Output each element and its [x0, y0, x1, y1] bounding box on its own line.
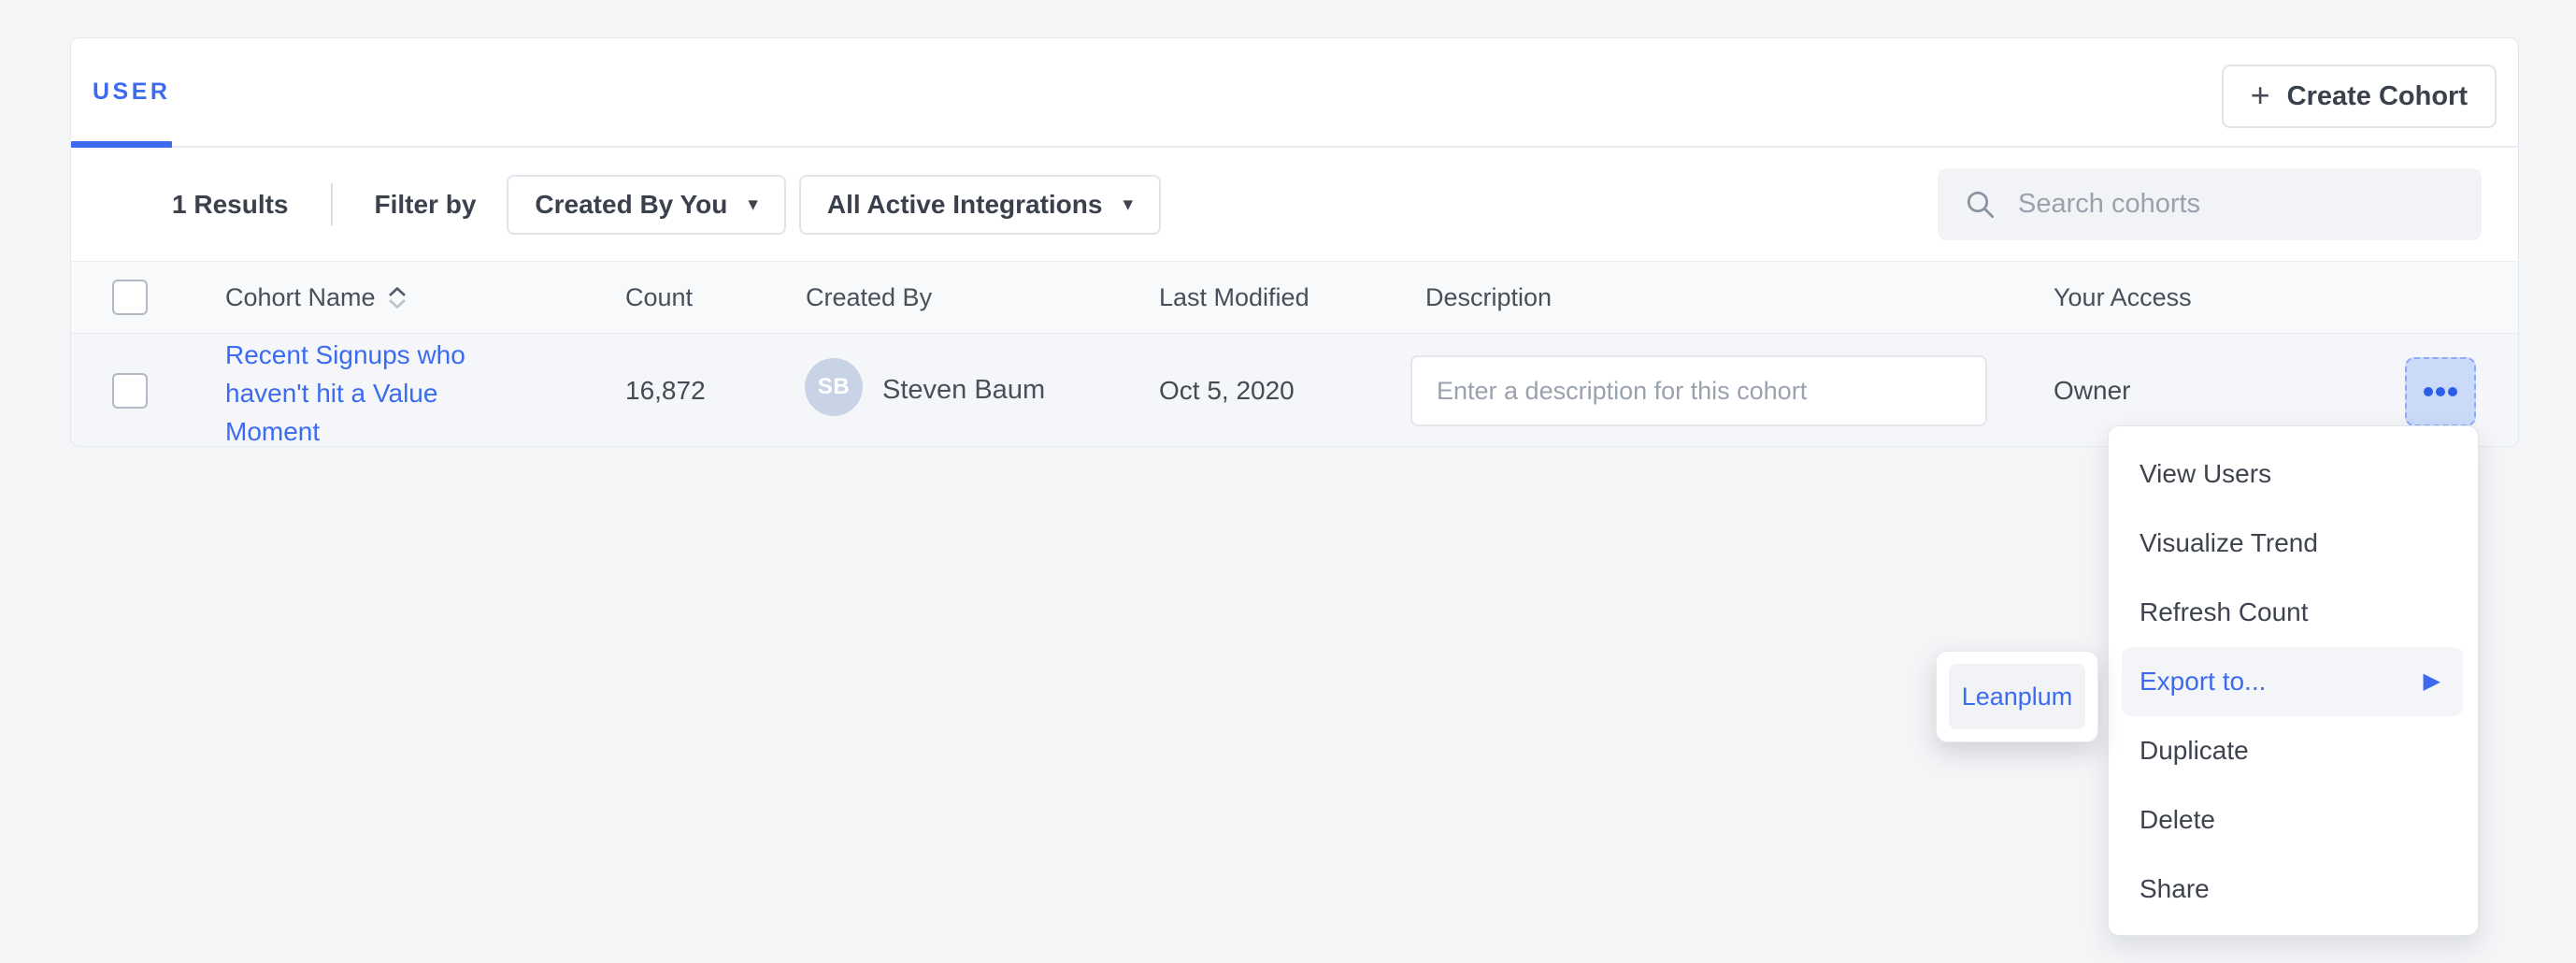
tab-user[interactable]: USER: [71, 38, 170, 146]
plus-icon: +: [2251, 79, 2270, 112]
chevron-down-icon: ▾: [748, 194, 758, 214]
creator-name: Steven Baum: [882, 334, 1045, 447]
column-count: Count: [625, 262, 693, 333]
menu-item-duplicate[interactable]: Duplicate: [2122, 716, 2463, 785]
cohort-count: 16,872: [625, 334, 706, 447]
submenu-arrow-icon: ▶: [2424, 670, 2440, 693]
created-by-dropdown-label: Created By You: [535, 190, 727, 220]
more-options-icon: [2448, 387, 2457, 396]
select-all-cell: [112, 262, 148, 333]
column-description: Description: [1425, 262, 1552, 333]
row-checkbox-cell: [112, 334, 148, 447]
menu-item-view-users[interactable]: View Users: [2122, 439, 2463, 509]
menu-item-refresh-count[interactable]: Refresh Count: [2122, 578, 2463, 647]
create-cohort-button[interactable]: + Create Cohort: [2222, 65, 2497, 128]
create-cohort-label: Create Cohort: [2287, 81, 2468, 112]
table-header: Cohort Name Count Created By Last Modifi…: [71, 261, 2518, 334]
export-submenu: Leanplum: [1936, 651, 2098, 742]
row-actions-menu: View Users Visualize Trend Refresh Count…: [2108, 425, 2479, 936]
cohorts-card: USER + Create Cohort 1 Results Filter by…: [70, 37, 2519, 447]
last-modified-date: Oct 5, 2020: [1159, 334, 1295, 447]
avatar: SB: [805, 358, 863, 416]
tab-bar: USER + Create Cohort: [71, 38, 2518, 148]
created-by-dropdown[interactable]: Created By You ▾: [507, 175, 785, 235]
column-created-by: Created By: [806, 262, 932, 333]
search-box[interactable]: [1938, 168, 2482, 240]
sort-icon[interactable]: [387, 287, 408, 309]
row-checkbox[interactable]: [112, 373, 148, 409]
menu-item-share[interactable]: Share: [2122, 855, 2463, 924]
more-options-icon: [2424, 387, 2433, 396]
more-options-icon: [2436, 387, 2445, 396]
cohort-name-link[interactable]: Recent Signups who haven't hit a Value M…: [225, 336, 506, 447]
description-input[interactable]: [1410, 355, 1987, 426]
filter-bar: 1 Results Filter by Created By You ▾ All…: [71, 148, 2518, 261]
column-your-access: Your Access: [2054, 262, 2192, 333]
more-options-button[interactable]: [2405, 357, 2476, 426]
integrations-dropdown[interactable]: All Active Integrations ▾: [799, 175, 1161, 235]
menu-item-visualize-trend[interactable]: Visualize Trend: [2122, 509, 2463, 578]
select-all-checkbox[interactable]: [112, 280, 148, 315]
menu-item-export-to-label: Export to...: [2140, 667, 2266, 697]
results-count: 1 Results: [172, 190, 289, 220]
search-icon: [1964, 188, 1997, 222]
submenu-item-leanplum[interactable]: Leanplum: [1949, 664, 2085, 729]
divider: [331, 183, 333, 225]
column-cohort-name[interactable]: Cohort Name: [225, 262, 408, 333]
column-last-modified: Last Modified: [1159, 262, 1309, 333]
integrations-dropdown-label: All Active Integrations: [827, 190, 1103, 220]
menu-item-delete[interactable]: Delete: [2122, 785, 2463, 855]
filter-by-label: Filter by: [375, 190, 477, 220]
menu-item-export-to[interactable]: Export to... ▶: [2122, 647, 2463, 716]
active-tab-underline: [71, 141, 172, 148]
tab-user-label: USER: [93, 79, 170, 106]
search-input[interactable]: [2018, 168, 2482, 240]
column-cohort-name-label: Cohort Name: [225, 283, 376, 312]
chevron-down-icon: ▾: [1123, 194, 1133, 214]
